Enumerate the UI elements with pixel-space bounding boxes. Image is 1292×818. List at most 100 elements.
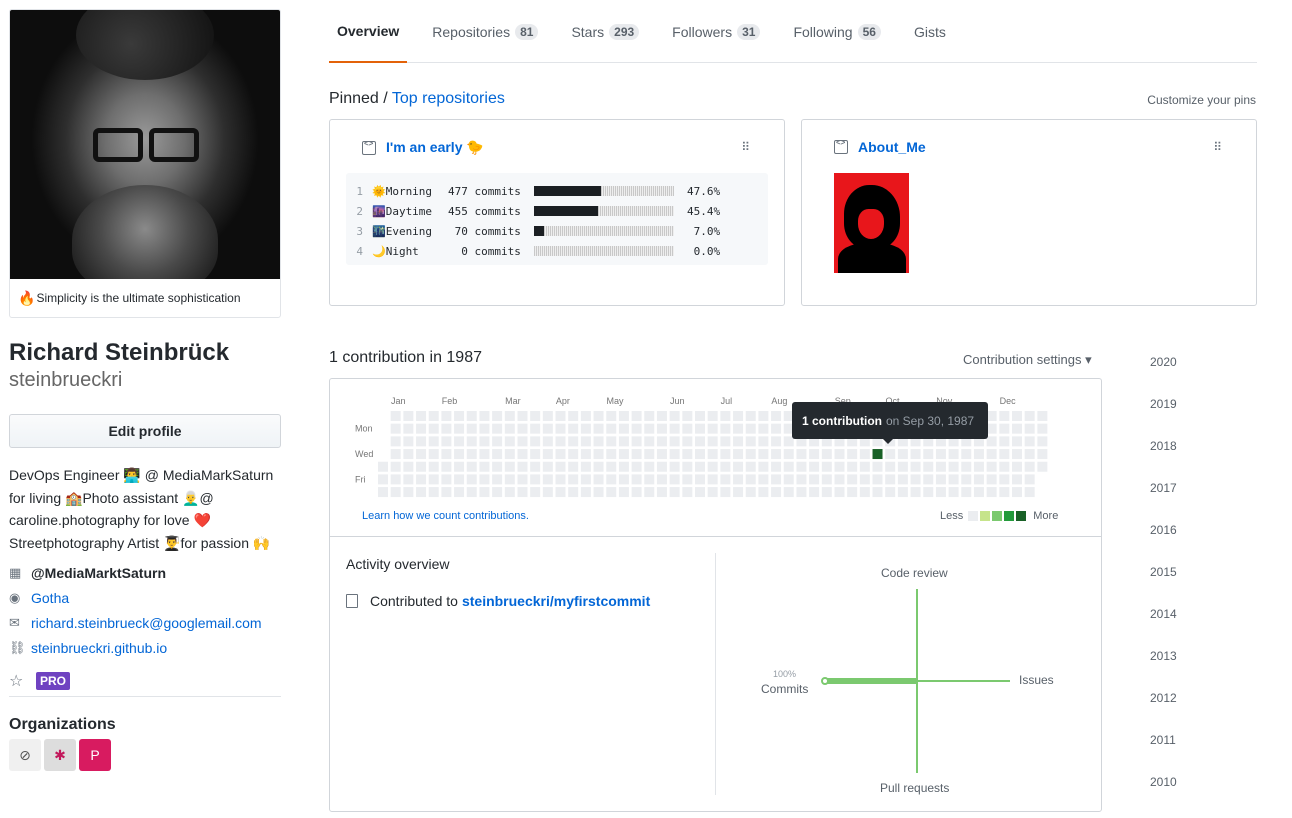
contribution-day[interactable] (454, 423, 465, 434)
contribution-day[interactable] (580, 436, 591, 447)
contribution-day[interactable] (618, 487, 629, 498)
contribution-day[interactable] (403, 436, 414, 447)
contribution-day[interactable] (695, 423, 705, 434)
repo-title[interactable]: About_Me (834, 138, 926, 155)
contribution-day[interactable] (745, 474, 756, 485)
website-link[interactable]: steinbrueckri.github.io (31, 640, 167, 656)
contribution-day[interactable] (479, 487, 490, 498)
contribution-day[interactable] (809, 449, 820, 460)
contribution-day[interactable] (517, 487, 528, 498)
contribution-day[interactable] (783, 474, 794, 485)
contribution-day[interactable] (479, 411, 490, 421)
contribution-day[interactable] (492, 487, 503, 498)
contribution-day[interactable] (428, 423, 439, 434)
contribution-day[interactable] (682, 474, 693, 485)
contribution-day[interactable] (631, 461, 642, 472)
contribution-day[interactable] (1012, 461, 1022, 472)
contribution-day[interactable] (428, 487, 439, 498)
contribution-day[interactable] (1024, 474, 1035, 485)
contribution-day[interactable] (1037, 411, 1048, 421)
contribution-day[interactable] (935, 487, 946, 498)
contribution-day[interactable] (542, 449, 553, 460)
contribution-day[interactable] (910, 449, 921, 460)
contribution-day[interactable] (378, 461, 388, 472)
contribution-day[interactable] (644, 411, 655, 421)
contribution-day[interactable] (555, 423, 566, 434)
contribution-day[interactable] (796, 461, 807, 472)
contribution-day[interactable] (999, 461, 1010, 472)
contribution-day[interactable] (530, 436, 541, 447)
contribution-day[interactable] (441, 436, 452, 447)
contribution-day[interactable] (403, 474, 414, 485)
contribution-day[interactable] (745, 436, 756, 447)
contribution-day[interactable] (948, 474, 959, 485)
contribution-day[interactable] (847, 449, 858, 460)
contribution-day[interactable] (466, 487, 477, 498)
contribution-day[interactable] (796, 449, 807, 460)
contribution-day[interactable] (390, 449, 401, 460)
contribution-day[interactable] (606, 411, 617, 421)
contribution-day[interactable] (796, 474, 807, 485)
contribution-day[interactable] (961, 487, 972, 498)
contribution-day[interactable] (1012, 436, 1022, 447)
contribution-day[interactable] (897, 449, 908, 460)
contribution-day[interactable] (733, 461, 744, 472)
contribution-day[interactable] (378, 487, 388, 498)
year-link-2020[interactable]: 2020 (1150, 349, 1177, 391)
contribution-day[interactable] (669, 411, 680, 421)
pro-badge[interactable]: PRO (36, 672, 71, 691)
contribution-day[interactable] (1012, 449, 1022, 460)
contribution-day[interactable] (416, 436, 427, 447)
year-link-2019[interactable]: 2019 (1150, 391, 1177, 433)
contribution-day[interactable] (517, 423, 528, 434)
contribution-day[interactable] (999, 487, 1010, 498)
contribution-day[interactable] (771, 487, 782, 498)
contribution-day[interactable] (948, 461, 959, 472)
contribution-day[interactable] (416, 474, 427, 485)
year-link-2015[interactable]: 2015 (1150, 559, 1177, 601)
contribution-day[interactable] (631, 449, 642, 460)
contribution-day[interactable] (720, 487, 731, 498)
contribution-day[interactable] (682, 461, 693, 472)
contribution-day[interactable] (986, 487, 997, 498)
contribution-day[interactable] (403, 487, 414, 498)
org-avatar-3[interactable]: P (79, 739, 111, 772)
contribution-day[interactable] (1024, 423, 1035, 434)
contribution-day[interactable] (745, 449, 756, 460)
drag-handle-icon[interactable]: ⠿ (741, 140, 750, 154)
contribution-day[interactable] (771, 423, 782, 434)
contribution-day[interactable] (695, 436, 705, 447)
contribution-day[interactable] (441, 449, 452, 460)
top-repositories-link[interactable]: Top repositories (392, 90, 505, 107)
contribution-day[interactable] (720, 423, 731, 434)
contribution-day[interactable] (454, 461, 465, 472)
contribution-day[interactable] (771, 474, 782, 485)
contribution-day[interactable] (758, 487, 769, 498)
contribution-day[interactable] (390, 411, 401, 421)
contribution-day[interactable] (1037, 461, 1048, 472)
contribution-day[interactable] (720, 411, 731, 421)
contribution-day[interactable] (771, 461, 782, 472)
contribution-day[interactable] (973, 449, 984, 460)
contribution-day[interactable] (961, 461, 972, 472)
contribution-day[interactable] (580, 461, 591, 472)
contribution-day[interactable] (580, 487, 591, 498)
contribution-day[interactable] (618, 411, 629, 421)
contribution-day[interactable] (517, 449, 528, 460)
contribution-day[interactable] (986, 449, 997, 460)
contribution-day[interactable] (1012, 411, 1022, 421)
contribution-day[interactable] (834, 461, 845, 472)
contribution-day[interactable] (428, 449, 439, 460)
contribution-day[interactable] (644, 436, 655, 447)
contribution-day[interactable] (720, 461, 731, 472)
contribution-day[interactable] (656, 461, 667, 472)
contribution-day[interactable] (568, 436, 579, 447)
contribution-day[interactable] (555, 411, 566, 421)
contribution-day[interactable] (644, 449, 655, 460)
contribution-day[interactable] (428, 436, 439, 447)
contribution-day[interactable] (733, 411, 744, 421)
contribution-day[interactable] (466, 449, 477, 460)
customize-pins-link[interactable]: Customize your pins (1147, 93, 1256, 107)
contribution-day[interactable] (834, 449, 845, 460)
contribution-day[interactable] (631, 487, 642, 498)
